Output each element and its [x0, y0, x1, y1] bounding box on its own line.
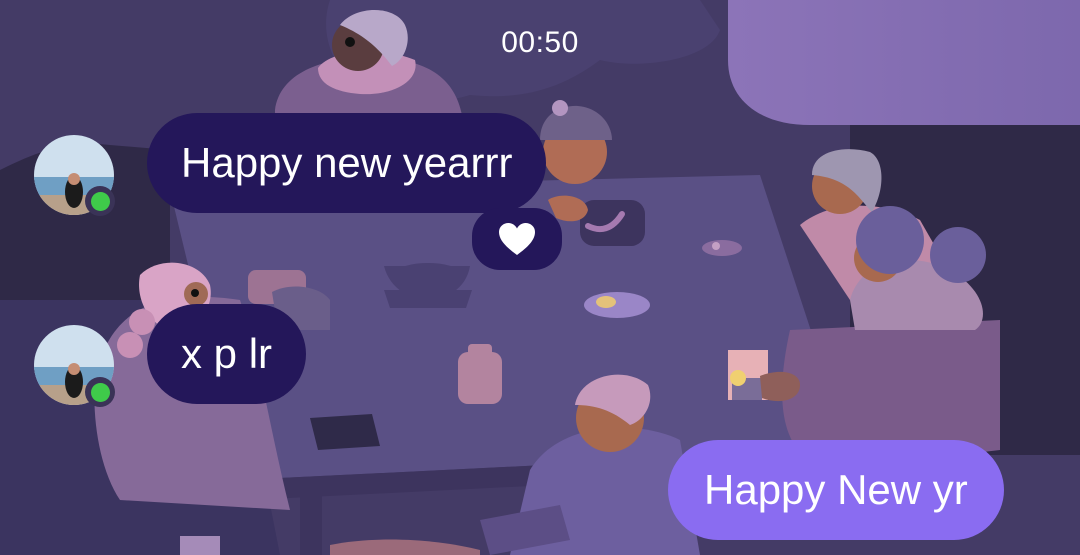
message-reaction[interactable] — [472, 208, 562, 270]
message-text: Happy new yearrr — [181, 139, 513, 186]
message-text: Happy New yr — [704, 466, 968, 513]
message-text: x p lr — [181, 330, 273, 377]
incoming-message-bubble[interactable]: x p lr — [147, 304, 307, 404]
heart-icon — [499, 223, 535, 255]
incoming-message-bubble[interactable]: Happy new yearrr — [147, 113, 547, 213]
chat-screen: 00:50 Happy new yearrr x p lr Happy New … — [0, 0, 1080, 555]
outgoing-message-bubble[interactable]: Happy New yr — [668, 440, 1004, 540]
online-status-indicator — [85, 186, 115, 216]
online-status-indicator — [85, 377, 115, 407]
message-timestamp: 00:50 — [501, 26, 579, 59]
